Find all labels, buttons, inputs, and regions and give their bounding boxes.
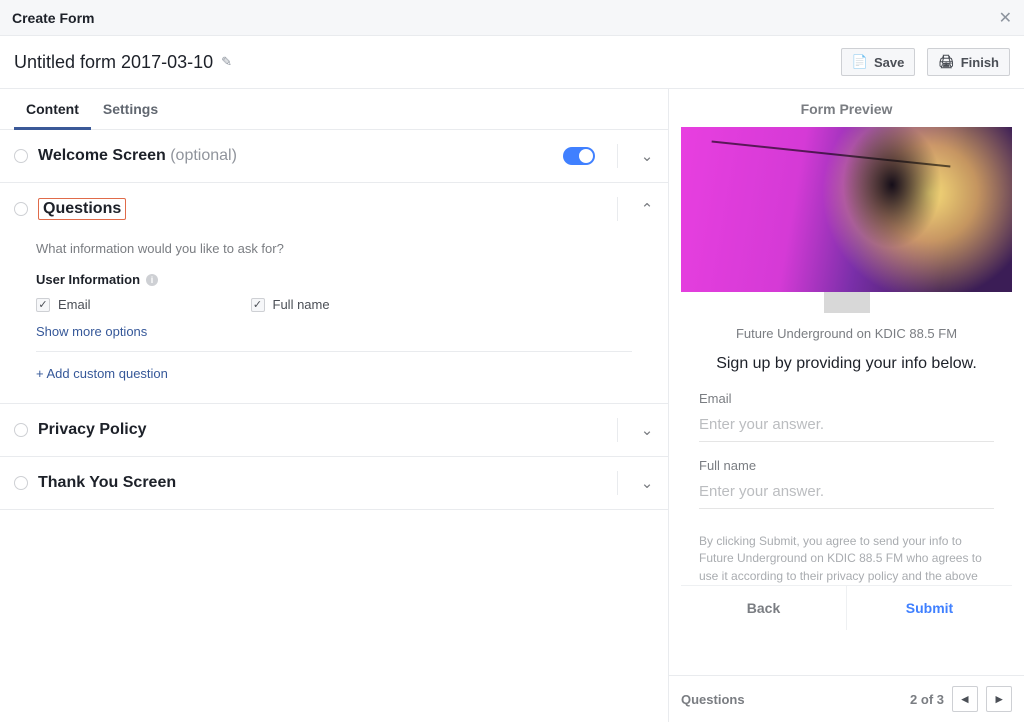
- chevron-down-icon[interactable]: ⌄: [640, 147, 654, 165]
- tabs: Content Settings: [0, 89, 668, 130]
- welcome-title-text: Welcome Screen: [38, 147, 166, 164]
- privacy-title-text: Privacy Policy: [38, 421, 147, 439]
- finish-label: Finish: [961, 55, 999, 70]
- checkbox-email-label: Email: [58, 297, 91, 312]
- optional-label: (optional): [170, 147, 237, 164]
- user-info-label: User Information: [36, 272, 140, 287]
- field-label: Email: [699, 391, 994, 406]
- welcome-toggle[interactable]: [563, 147, 595, 165]
- form-builder-panel: Content Settings Welcome Screen (optiona…: [0, 89, 669, 722]
- email-input[interactable]: Enter your answer.: [699, 412, 994, 442]
- preview-disclaimer: By clicking Submit, you agree to send yo…: [681, 525, 1012, 585]
- back-button[interactable]: Back: [681, 586, 847, 630]
- questions-body: What information would you like to ask f…: [0, 235, 668, 404]
- check-icon: ✓: [251, 298, 265, 312]
- checkbox-full-name[interactable]: ✓ Full name: [251, 297, 330, 312]
- submit-button[interactable]: Submit: [847, 586, 1012, 630]
- checkbox-full-name-label: Full name: [273, 297, 330, 312]
- form-name: Untitled form 2017-03-10: [14, 52, 213, 73]
- tab-settings[interactable]: Settings: [91, 89, 170, 130]
- section-title: Welcome Screen (optional): [38, 147, 237, 165]
- radio-icon: [14, 476, 28, 490]
- divider: [617, 418, 618, 442]
- pager: Questions 2 of 3 ◂ ▸: [669, 675, 1024, 722]
- preview-panel: Form Preview Future Underground on KDIC …: [669, 89, 1024, 722]
- save-button[interactable]: 📄 Save: [841, 48, 916, 76]
- divider: [617, 471, 618, 495]
- divider: [36, 351, 632, 352]
- preview-field-email: Email Enter your answer.: [681, 391, 1012, 458]
- field-label: Full name: [699, 458, 994, 473]
- divider: [617, 144, 618, 168]
- questions-prompt: What information would you like to ask f…: [36, 241, 632, 256]
- user-info-heading: User Information i: [36, 272, 632, 287]
- section-questions[interactable]: Questions ⌃: [0, 182, 668, 235]
- preview-label: Form Preview: [669, 89, 1024, 127]
- preview-headline: Sign up by providing your info below.: [695, 355, 998, 373]
- chevron-down-icon[interactable]: ⌄: [640, 474, 654, 492]
- preview-field-name: Full name Enter your answer.: [681, 458, 1012, 525]
- finish-button[interactable]: 🖨 Finish: [927, 48, 1010, 76]
- save-label: Save: [874, 55, 904, 70]
- preview-brand: Future Underground on KDIC 88.5 FM: [681, 326, 1012, 341]
- checkbox-email[interactable]: ✓ Email: [36, 297, 91, 312]
- chevron-down-icon[interactable]: ⌄: [640, 421, 654, 439]
- section-privacy-policy[interactable]: Privacy Policy ⌄: [0, 403, 668, 457]
- name-input[interactable]: Enter your answer.: [699, 479, 994, 509]
- preview-buttons: Back Submit: [681, 585, 1012, 630]
- pager-section-label: Questions: [681, 692, 745, 707]
- tab-content[interactable]: Content: [14, 89, 91, 130]
- form-title-bar: Untitled form 2017-03-10 ✎ 📄 Save 🖨 Fini…: [0, 36, 1024, 89]
- info-icon[interactable]: i: [146, 274, 158, 286]
- check-icon: ✓: [36, 298, 50, 312]
- radio-icon: [14, 202, 28, 216]
- thankyou-title-text: Thank You Screen: [38, 474, 176, 492]
- section-thank-you[interactable]: Thank You Screen ⌄: [0, 456, 668, 510]
- preview-frame: Future Underground on KDIC 88.5 FM Sign …: [681, 127, 1012, 675]
- save-icon: 📄: [852, 54, 868, 70]
- radio-icon: [14, 149, 28, 163]
- finish-icon: 🖨: [938, 54, 955, 70]
- section-welcome-screen[interactable]: Welcome Screen (optional) ⌄: [0, 129, 668, 183]
- pager-next-button[interactable]: ▸: [986, 686, 1012, 712]
- radio-icon: [14, 423, 28, 437]
- modal-header: Create Form ✕: [0, 0, 1024, 36]
- pager-page-of: 2 of 3: [910, 692, 944, 707]
- close-icon[interactable]: ✕: [999, 8, 1012, 28]
- preview-hero-image: [681, 127, 1012, 292]
- pager-prev-button[interactable]: ◂: [952, 686, 978, 712]
- questions-title-text: Questions: [43, 200, 121, 217]
- edit-title-icon[interactable]: ✎: [221, 54, 232, 70]
- show-more-options-link[interactable]: Show more options: [36, 324, 632, 339]
- questions-highlight: Questions: [38, 198, 126, 220]
- modal-title: Create Form: [12, 10, 94, 26]
- chevron-up-icon[interactable]: ⌃: [640, 200, 654, 218]
- add-custom-question-link[interactable]: + Add custom question: [36, 366, 632, 381]
- divider: [617, 197, 618, 221]
